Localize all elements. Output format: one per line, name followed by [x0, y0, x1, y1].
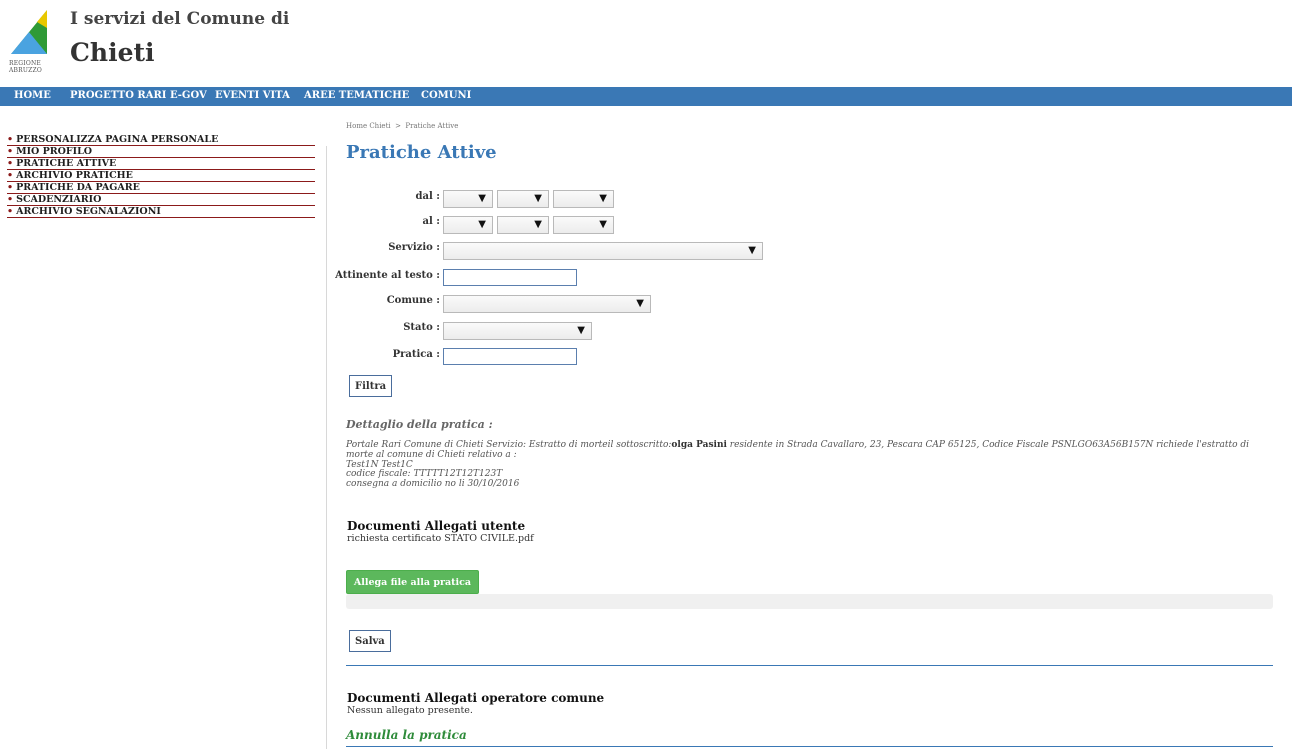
- sidebar-item-archivio-segnalazioni[interactable]: • ARCHIVIO SEGNALAZIONI: [7, 206, 315, 218]
- site-city-title: Chieti: [70, 38, 155, 67]
- sidebar-item-pratiche-da-pagare[interactable]: • PRATICHE DA PAGARE: [7, 182, 315, 194]
- sidebar-menu: • PERSONALIZZA PAGINA PERSONALE • MIO PROF…: [7, 134, 315, 218]
- richiedente-name: olga Pasini: [671, 440, 727, 450]
- sidebar-item-label: PRATICHE ATTIVE: [16, 158, 117, 169]
- nav-progetto-rari[interactable]: PROGETTO RARI E-GOV: [70, 90, 207, 101]
- site-subtitle: I servizi del Comune di: [70, 9, 290, 29]
- bullet-icon: •: [7, 206, 14, 217]
- docs-user-file-link[interactable]: richiesta certificato STATO CIVILE.pdf: [347, 533, 534, 544]
- nav-aree-tematiche[interactable]: AREE TEMATICHE: [304, 90, 409, 101]
- section-divider: [346, 665, 1273, 666]
- nav-comuni[interactable]: COMUNI: [421, 90, 471, 101]
- nav-home[interactable]: HOME: [14, 90, 51, 101]
- al-year-select[interactable]: ▼: [553, 216, 614, 234]
- sidebar-item-label: SCADENZIARIO: [16, 194, 102, 205]
- sidebar-item-mio-profilo[interactable]: • MIO PROFILO: [7, 146, 315, 158]
- bullet-icon: •: [7, 134, 14, 145]
- sidebar-item-label: ARCHIVIO SEGNALAZIONI: [16, 206, 161, 217]
- dal-label: dal :: [415, 191, 440, 202]
- dropdown-arrow-icon: ▼: [748, 245, 756, 256]
- sidebar-item-pratiche-attive[interactable]: • PRATICHE ATTIVE: [7, 158, 315, 170]
- breadcrumb-current: Pratiche Attive: [405, 122, 459, 130]
- servizio-select[interactable]: ▼: [443, 242, 763, 260]
- salva-button[interactable]: Salva: [349, 630, 391, 652]
- pratica-label: Pratica :: [392, 349, 440, 360]
- bullet-icon: •: [7, 170, 14, 181]
- dropdown-arrow-icon: ▼: [478, 193, 486, 204]
- nav-eventi-vita[interactable]: EVENTI VITA: [215, 90, 290, 101]
- dropdown-arrow-icon: ▼: [599, 219, 607, 230]
- page-title: Pratiche Attive: [346, 142, 497, 163]
- attinente-input[interactable]: [443, 269, 577, 286]
- sidebar-item-personalizza[interactable]: • PERSONALIZZA PAGINA PERSONALE: [7, 134, 315, 146]
- pratica-input[interactable]: [443, 348, 577, 365]
- breadcrumb-home[interactable]: Home Chieti: [346, 122, 391, 130]
- bullet-icon: •: [7, 146, 14, 157]
- dropdown-arrow-icon: ▼: [577, 325, 585, 336]
- sidebar-item-label: MIO PROFILO: [16, 146, 93, 157]
- dettaglio-line-3: codice fiscale: TTTTT12T12T123T: [346, 469, 503, 480]
- stato-label: Stato :: [403, 322, 440, 333]
- logo-caption-line1: REGIONE: [9, 60, 42, 67]
- dettaglio-body: Portale Rari Comune di Chieti Servizio: …: [346, 440, 1276, 490]
- breadcrumb-separator: >: [395, 122, 401, 130]
- dropdown-arrow-icon: ▼: [599, 193, 607, 204]
- dettaglio-text-pre: Portale Rari Comune di Chieti Servizio: …: [346, 440, 672, 450]
- docs-operator-text: Nessun allegato presente.: [347, 705, 473, 716]
- annulla-pratica-link[interactable]: Annulla la pratica: [346, 728, 467, 742]
- filtra-button[interactable]: Filtra: [349, 375, 393, 397]
- stato-select[interactable]: ▼: [443, 322, 592, 340]
- bullet-icon: •: [7, 194, 14, 205]
- al-day-select[interactable]: ▼: [443, 216, 493, 234]
- logo-caption-line2: ABRUZZO: [9, 67, 42, 74]
- dettaglio-title: Dettaglio della pratica :: [346, 418, 493, 431]
- section-divider-bottom: [346, 746, 1273, 747]
- sidebar-item-label: PERSONALIZZA PAGINA PERSONALE: [16, 134, 219, 145]
- dropdown-arrow-icon: ▼: [534, 193, 542, 204]
- logo-caption: REGIONE ABRUZZO: [9, 60, 42, 74]
- comune-select[interactable]: ▼: [443, 295, 651, 313]
- docs-operator-title: Documenti Allegati operatore comune: [347, 691, 605, 705]
- bullet-icon: •: [7, 182, 14, 193]
- dal-month-select[interactable]: ▼: [497, 190, 549, 208]
- dal-day-select[interactable]: ▼: [443, 190, 493, 208]
- attinente-label: Attinente al testo :: [335, 270, 440, 281]
- sidebar-item-label: ARCHIVIO PRATICHE: [16, 170, 133, 181]
- sidebar-item-scadenziario[interactable]: • SCADENZIARIO: [7, 194, 315, 206]
- top-navigation: HOME PROGETTO RARI E-GOV EVENTI VITA ARE…: [0, 87, 1292, 106]
- dal-year-select[interactable]: ▼: [553, 190, 614, 208]
- dettaglio-line-2: Test1N Test1C: [346, 459, 413, 470]
- sidebar-item-archivio-pratiche[interactable]: • ARCHIVIO PRATICHE: [7, 170, 315, 182]
- column-divider: [326, 146, 327, 749]
- al-month-select[interactable]: ▼: [497, 216, 549, 234]
- site-header: REGIONE ABRUZZO I servizi del Comune di …: [0, 0, 1292, 86]
- bullet-icon: •: [7, 158, 14, 169]
- dropdown-arrow-icon: ▼: [534, 219, 542, 230]
- servizio-label: Servizio :: [388, 242, 440, 253]
- dropdown-arrow-icon: ▼: [478, 219, 486, 230]
- dettaglio-line-4: consegna a domicilio no li 30/10/2016: [346, 479, 520, 490]
- breadcrumb: Home Chieti > Pratiche Attive: [346, 122, 458, 130]
- dropdown-arrow-icon: ▼: [636, 298, 644, 309]
- sidebar-item-label: PRATICHE DA PAGARE: [16, 182, 140, 193]
- upload-progress-bar: [346, 594, 1273, 609]
- allega-file-button[interactable]: Allega file alla pratica: [346, 570, 479, 594]
- al-label: al :: [422, 216, 440, 227]
- comune-label: Comune :: [386, 295, 440, 306]
- docs-user-title: Documenti Allegati utente: [347, 519, 526, 533]
